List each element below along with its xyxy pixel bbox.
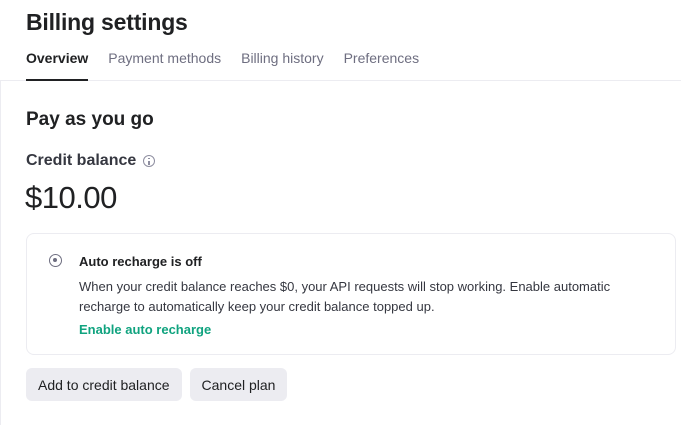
section-title: Pay as you go (26, 109, 154, 130)
auto-recharge-card: Auto recharge is off When your credit ba… (26, 233, 676, 355)
radio-icon (49, 254, 62, 267)
tab-billing-history[interactable]: Billing history (241, 50, 323, 81)
cancel-plan-button[interactable]: Cancel plan (189, 368, 288, 401)
page-title: Billing settings (26, 9, 188, 35)
tab-payment-methods[interactable]: Payment methods (108, 50, 221, 81)
credit-balance-value: $10.00 (25, 180, 117, 215)
auto-recharge-title: Auto recharge is off (79, 254, 202, 269)
billing-actions: Add to credit balance Cancel plan (26, 368, 288, 401)
content-divider (0, 81, 1, 425)
credit-balance-label: Credit balance (26, 152, 137, 169)
tab-preferences[interactable]: Preferences (344, 50, 419, 81)
auto-recharge-description: When your credit balance reaches $0, you… (79, 279, 611, 314)
info-icon[interactable] (143, 155, 156, 167)
enable-auto-recharge-link[interactable]: Enable auto recharge (79, 322, 211, 337)
page-header: Billing settings Overview Payment method… (0, 0, 681, 81)
tab-overview[interactable]: Overview (26, 50, 89, 81)
credit-balance-header: Credit balance (26, 152, 156, 170)
tab-bar: Overview Payment methods Billing history… (26, 50, 419, 81)
add-to-credit-balance-button[interactable]: Add to credit balance (26, 368, 182, 401)
